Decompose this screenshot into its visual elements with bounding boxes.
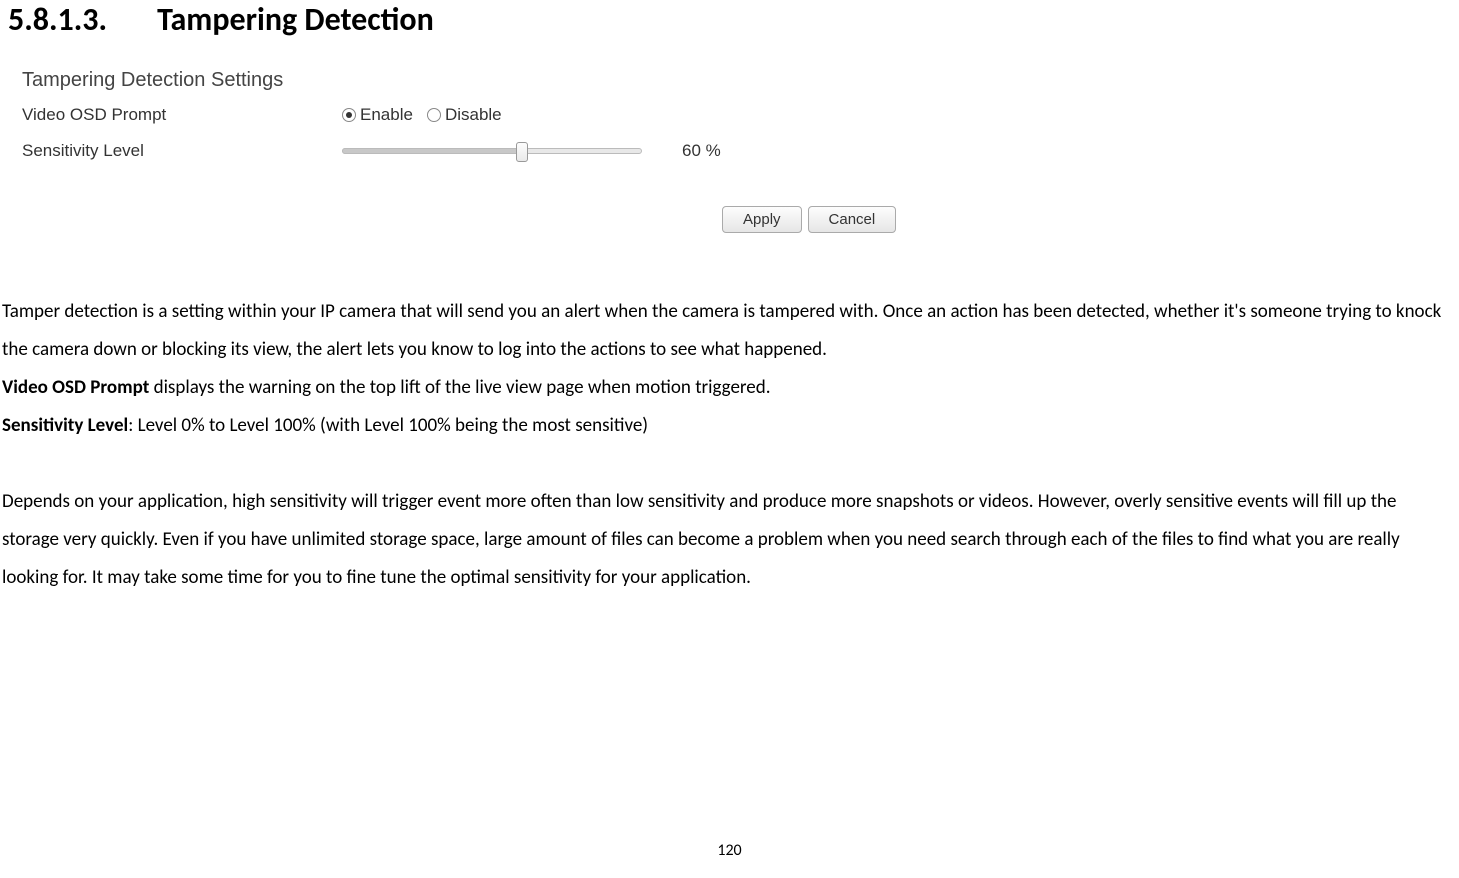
slider-thumb[interactable]	[516, 142, 528, 162]
paragraph-osd: Video OSD Prompt displays the warning on…	[2, 369, 1455, 407]
page-number: 120	[0, 841, 1459, 860]
button-row: Apply Cancel	[722, 206, 1459, 233]
paragraph-intro: Tamper detection is a setting within you…	[2, 293, 1455, 369]
sensitivity-value: 60 %	[682, 141, 721, 161]
radio-disable[interactable]	[427, 108, 441, 122]
setting-row-osd: Video OSD Prompt Enable Disable	[22, 100, 1459, 130]
settings-panel: Tampering Detection Settings Video OSD P…	[22, 69, 1459, 233]
section-title: Tampering Detection	[157, 0, 434, 39]
section-heading: 5.8.1.3. Tampering Detection	[0, 0, 1459, 39]
sensitivity-slider-wrap: 60 %	[342, 141, 721, 161]
body-text: Tamper detection is a setting within you…	[0, 293, 1459, 597]
setting-row-sensitivity: Sensitivity Level 60 %	[22, 136, 1459, 166]
panel-title: Tampering Detection Settings	[22, 69, 1459, 92]
slider-fill	[342, 148, 522, 154]
radio-enable-label: Enable	[360, 105, 413, 125]
paragraph-depends: Depends on your application, high sensit…	[2, 483, 1455, 597]
osd-label: Video OSD Prompt	[22, 105, 342, 125]
sensitivity-desc: : Level 0% to Level 100% (with Level 100…	[128, 414, 648, 437]
radio-enable[interactable]	[342, 108, 356, 122]
apply-button[interactable]: Apply	[722, 206, 802, 233]
paragraph-sensitivity: Sensitivity Level: Level 0% to Level 100…	[2, 407, 1455, 445]
radio-disable-label: Disable	[445, 105, 502, 125]
osd-desc: displays the warning on the top lift of …	[149, 376, 770, 399]
osd-radio-group: Enable Disable	[342, 105, 512, 125]
sensitivity-term: Sensitivity Level	[2, 414, 128, 437]
radio-enable-wrap[interactable]: Enable	[342, 105, 413, 125]
cancel-button[interactable]: Cancel	[808, 206, 897, 233]
sensitivity-slider[interactable]	[342, 144, 642, 158]
sensitivity-label: Sensitivity Level	[22, 141, 342, 161]
radio-disable-wrap[interactable]: Disable	[427, 105, 502, 125]
section-number: 5.8.1.3.	[8, 0, 107, 39]
osd-term: Video OSD Prompt	[2, 376, 149, 399]
